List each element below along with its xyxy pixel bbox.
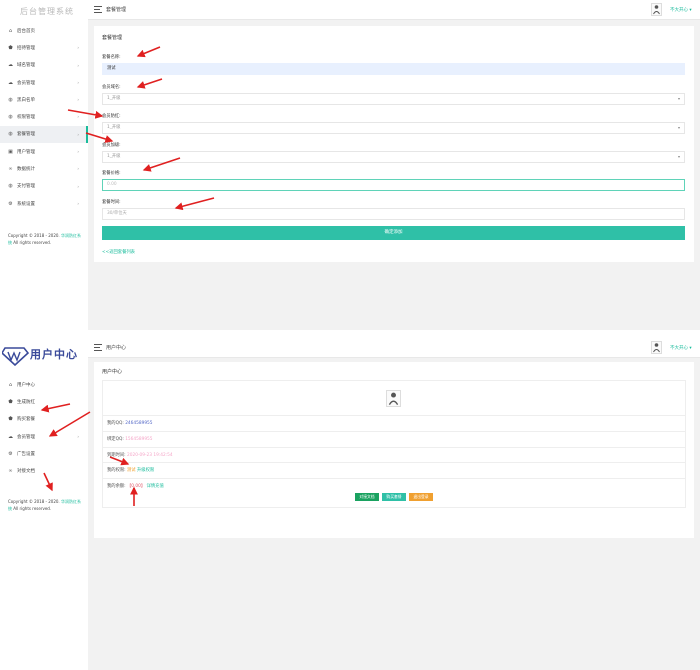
arrow-mark <box>85 132 114 143</box>
arrow-mark <box>174 197 215 211</box>
annotation-arrows <box>67 46 215 211</box>
section-divider <box>0 330 700 338</box>
annotation-arrows <box>40 403 138 506</box>
user-panel: 用户中心 ⌂ 用户中心 ⬟ 生成防红 ⬟ 购买套餐 ☁ 会员管理 › ⚙ 广告设置 ∞ 对接文档 Cop… <box>0 338 700 670</box>
arrow-mark <box>67 109 104 119</box>
arrow-mark <box>40 403 71 413</box>
arrow-mark <box>136 78 163 89</box>
arrow-mark <box>142 157 181 172</box>
arrow-mark <box>48 411 91 437</box>
arrow-mark <box>109 456 130 466</box>
admin-panel: 后台管理系统 ⌂ 后台首页 ⬟ 招待管理 › ☁ 域名管理 › ☁ 会员管理 › ◍ 黑白名单 › ◍ 权限管… <box>0 0 700 330</box>
arrow-mark <box>136 46 161 58</box>
arrow-mark <box>43 472 53 492</box>
